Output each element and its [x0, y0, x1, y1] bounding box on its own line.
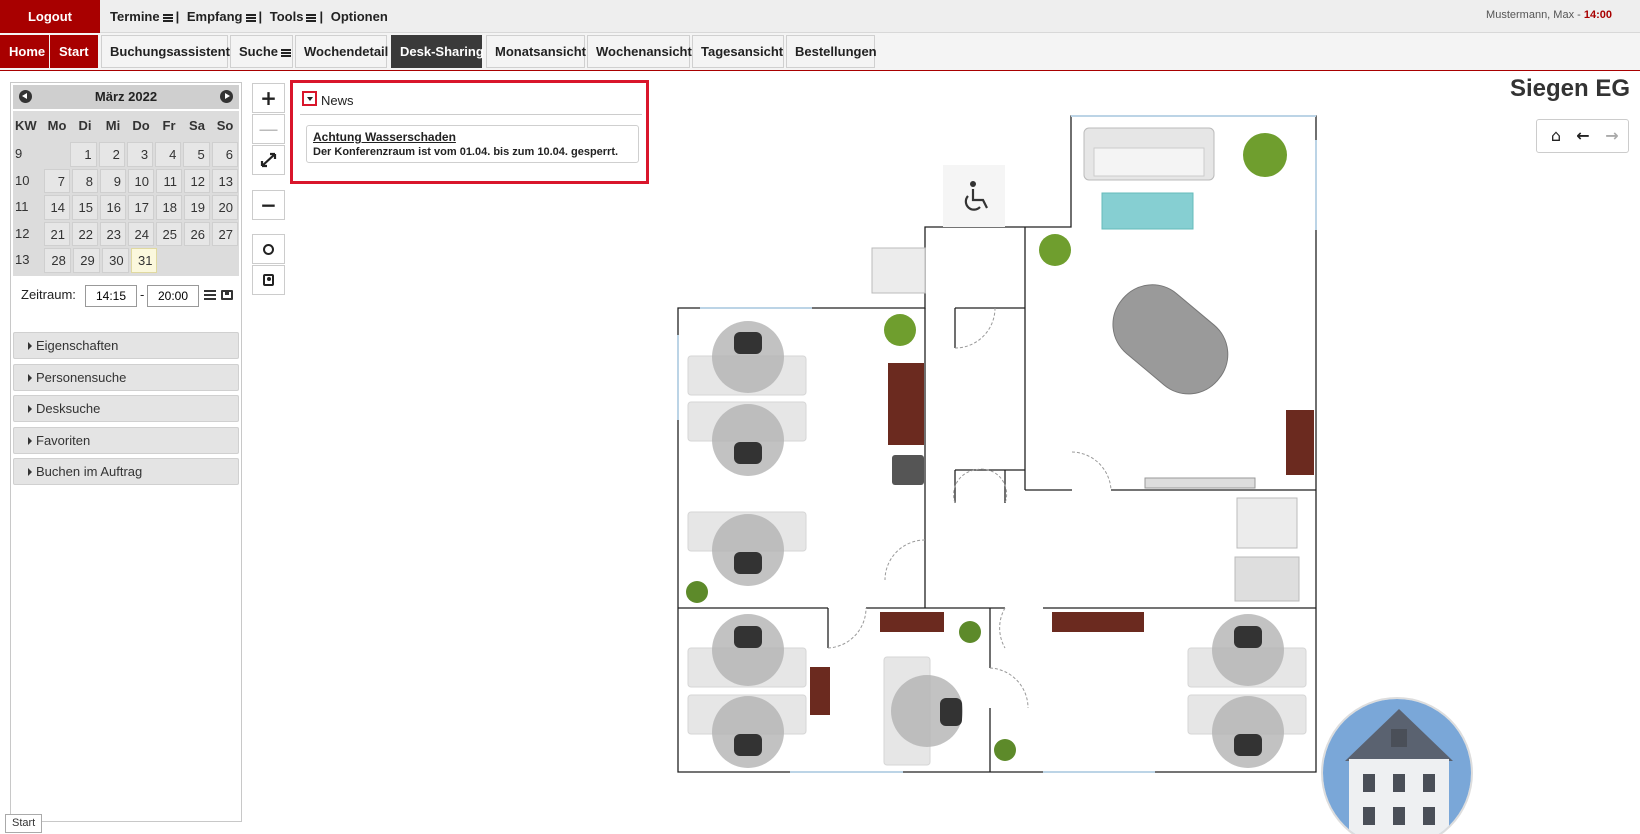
- sofa: [1083, 127, 1215, 181]
- printer: [892, 455, 924, 485]
- coffee-table: [1101, 192, 1194, 230]
- wheelchair-sign: [943, 165, 1005, 227]
- conference-table: [1112, 284, 1229, 395]
- stairs: [871, 247, 1300, 602]
- bench: [1144, 477, 1256, 489]
- desks: [687, 321, 1307, 768]
